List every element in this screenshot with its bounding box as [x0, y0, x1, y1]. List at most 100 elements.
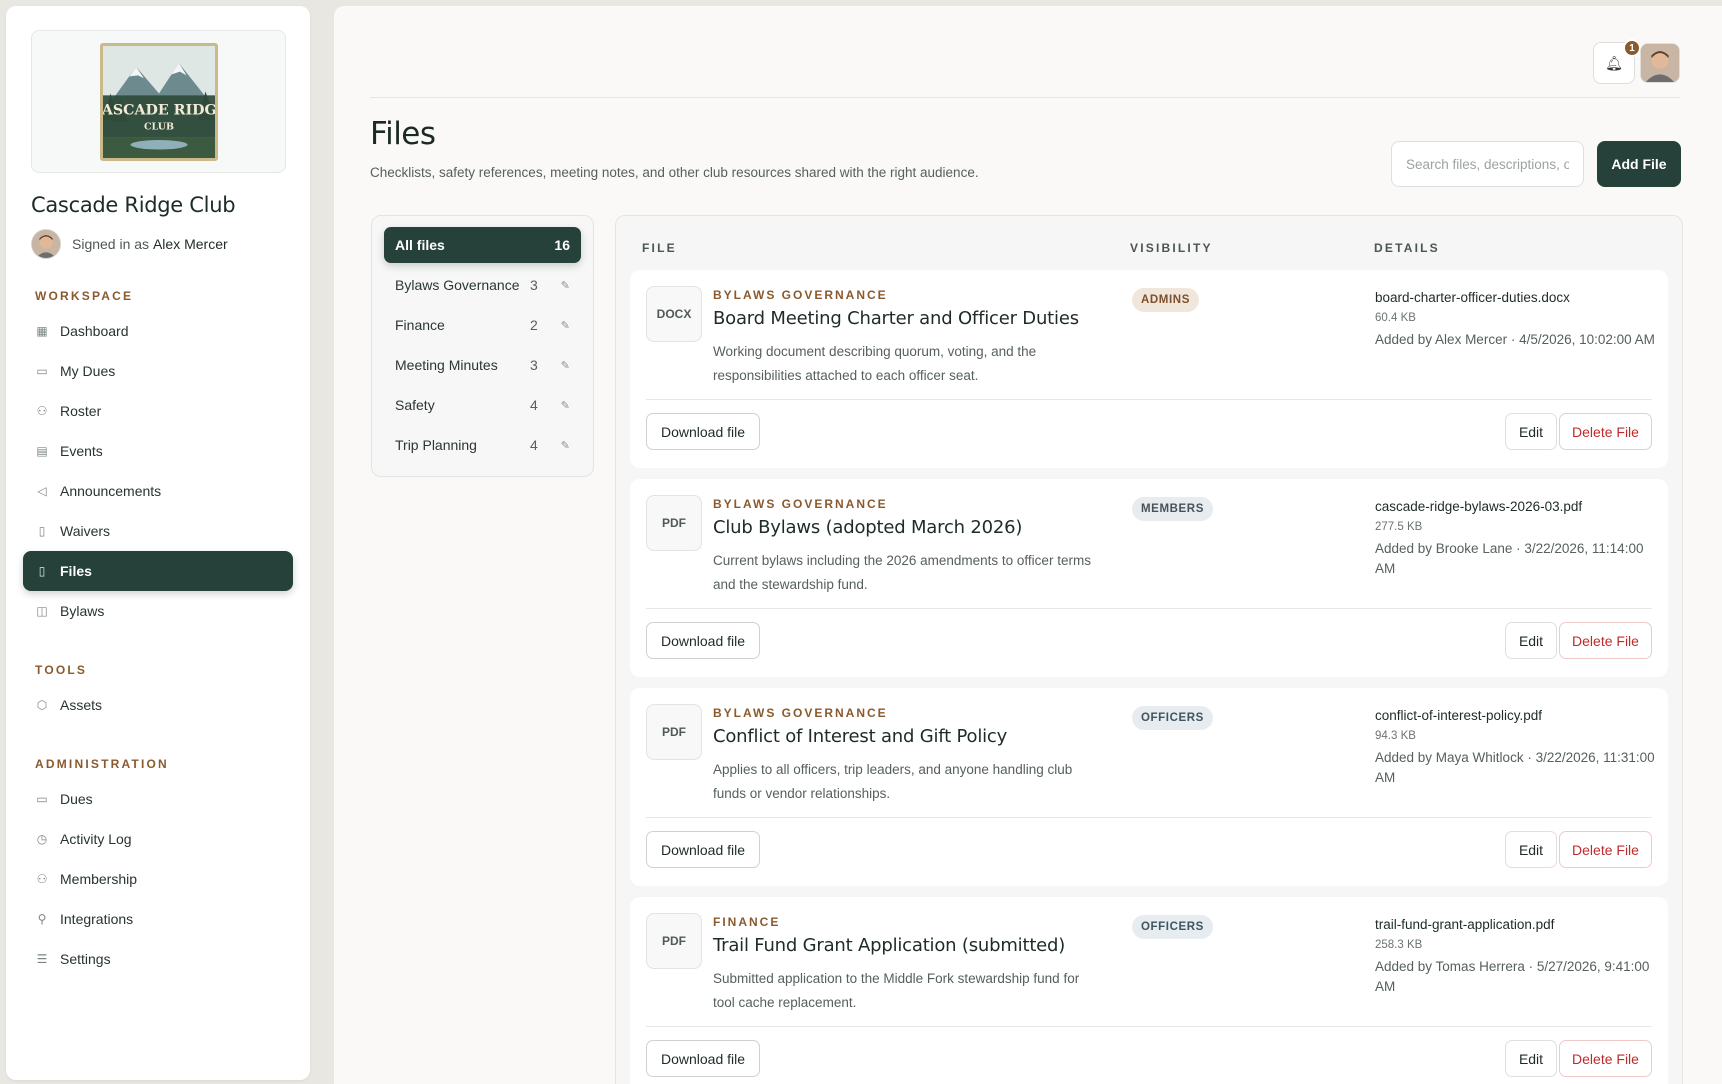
- notifications-button[interactable]: 🔔︎ 1: [1593, 39, 1641, 84]
- card-icon: ▭: [36, 792, 48, 806]
- delete-file-button[interactable]: Delete File: [1559, 413, 1652, 450]
- sidebar-item-label: Dues: [60, 791, 93, 807]
- nav-list-tools: ⬡ Assets: [23, 685, 286, 725]
- visibility-badge: OFFICERS: [1132, 706, 1213, 730]
- sidebar-item-dues[interactable]: ▭ Dues: [23, 779, 293, 819]
- file-card-actions: Download file Edit Delete File: [646, 609, 1652, 677]
- sidebar-item-label: Integrations: [60, 911, 134, 927]
- svg-text:CLUB: CLUB: [144, 121, 174, 132]
- edit-pencil-icon[interactable]: ✎: [550, 439, 570, 452]
- search-input[interactable]: [1391, 141, 1584, 187]
- category-label: All files: [395, 237, 445, 253]
- file-size: 94.3 KB: [1375, 730, 1416, 742]
- bell-icon: 🔔︎: [1605, 54, 1623, 71]
- file-name: trail-fund-grant-application.pdf: [1375, 917, 1555, 932]
- file-title: Club Bylaws (adopted March 2026): [713, 517, 1023, 538]
- club-logo[interactable]: CASCADE RIDGE CLUB: [99, 42, 218, 161]
- category-trip-planning[interactable]: Trip Planning 4 ✎: [384, 427, 581, 463]
- file-title: Board Meeting Charter and Officer Duties: [713, 308, 1079, 329]
- document-icon: ▯: [38, 524, 46, 538]
- sidebar-item-membership[interactable]: ⚇ Membership: [23, 859, 293, 899]
- delete-file-button[interactable]: Delete File: [1559, 622, 1652, 659]
- sidebar-item-label: Roster: [60, 403, 102, 419]
- sidebar-item-announcements[interactable]: ◁ Announcements: [23, 471, 293, 511]
- file-card-body: PDF BYLAWS GOVERNANCE Conflict of Intere…: [646, 688, 1655, 818]
- signed-in-prefix: Signed in as: [72, 236, 150, 252]
- file-description: Working document describing quorum, voti…: [713, 344, 1037, 383]
- download-file-button[interactable]: Download file: [646, 831, 760, 868]
- edit-pencil-icon[interactable]: ✎: [550, 399, 570, 412]
- file-card-body: PDF FINANCE Trail Fund Grant Application…: [646, 897, 1652, 1027]
- sidebar-item-bylaws[interactable]: ◫ Bylaws: [23, 591, 293, 631]
- category-label: Finance: [395, 317, 445, 333]
- category-filter-panel: All files 16 Bylaws Governance 3 ✎ Finan…: [371, 215, 594, 477]
- page-title: Files: [370, 116, 436, 152]
- sidebar-item-label: Waivers: [60, 523, 111, 539]
- integration-icon: ⚲: [37, 912, 47, 926]
- column-header-details: DETAILS: [1374, 241, 1440, 255]
- delete-file-button[interactable]: Delete File: [1559, 1040, 1652, 1077]
- edit-file-button[interactable]: Edit: [1505, 1040, 1557, 1077]
- edit-pencil-icon[interactable]: ✎: [550, 359, 570, 372]
- megaphone-icon: ◁: [37, 484, 47, 498]
- sidebar-item-label: Bylaws: [60, 603, 105, 619]
- sidebar-item-settings[interactable]: ☰ Settings: [23, 939, 293, 979]
- svg-text:CASCADE RIDGE: CASCADE RIDGE: [103, 102, 215, 118]
- sidebar-item-waivers[interactable]: ▯ Waivers: [23, 511, 293, 551]
- table-header: FILE VISIBILITY DETAILS: [630, 216, 1668, 270]
- file-card-actions: Download file Edit Delete File: [646, 400, 1652, 468]
- edit-file-button[interactable]: Edit: [1505, 622, 1557, 659]
- sidebar-item-files[interactable]: ▯ Files: [23, 551, 293, 591]
- club-logo-container: CASCADE RIDGE CLUB: [31, 30, 286, 173]
- sidebar: CASCADE RIDGE CLUB Cascade Ridge Club Si…: [6, 6, 310, 1080]
- sidebar-item-events[interactable]: ▤ Events: [23, 431, 293, 471]
- delete-file-button[interactable]: Delete File: [1559, 831, 1652, 868]
- sidebar-item-my-dues[interactable]: ▭ My Dues: [23, 351, 293, 391]
- edit-file-button[interactable]: Edit: [1505, 413, 1557, 450]
- column-header-visibility: VISIBILITY: [1130, 241, 1213, 255]
- file-type-icon: DOCX: [646, 286, 702, 342]
- category-meeting-minutes[interactable]: Meeting Minutes 3 ✎: [384, 347, 581, 383]
- category-finance[interactable]: Finance 2 ✎: [384, 307, 581, 343]
- category-bylaws-governance[interactable]: Bylaws Governance 3 ✎: [384, 267, 581, 303]
- file-title: Conflict of Interest and Gift Policy: [713, 726, 1008, 747]
- category-all-files[interactable]: All files 16: [384, 227, 581, 263]
- download-file-button[interactable]: Download file: [646, 622, 760, 659]
- sidebar-item-integrations[interactable]: ⚲ Integrations: [23, 899, 293, 939]
- edit-file-button[interactable]: Edit: [1505, 831, 1557, 868]
- sidebar-item-label: My Dues: [60, 363, 116, 379]
- category-count: 3: [530, 357, 538, 373]
- main-content: 🔔︎ 1 Files Checklists, safety references…: [334, 6, 1722, 1084]
- nav-list-workspace: ▦ Dashboard ▭ My Dues ⚇ Roster ▤ Events ◁ Ann…: [23, 311, 293, 631]
- avatar: [31, 229, 61, 259]
- file-card: PDF BYLAWS GOVERNANCE Conflict of Intere…: [630, 688, 1668, 886]
- column-header-file: FILE: [642, 241, 677, 255]
- file-card-body: PDF BYLAWS GOVERNANCE Club Bylaws (adopt…: [646, 479, 1652, 609]
- category-label: Safety: [395, 397, 435, 413]
- visibility-badge: MEMBERS: [1132, 497, 1213, 521]
- file-icon: ▯: [38, 564, 46, 578]
- sidebar-item-dashboard[interactable]: ▦ Dashboard: [23, 311, 293, 351]
- file-added-info: Added by Maya Whitlock · 3/22/2026, 11:3…: [1375, 750, 1655, 785]
- download-file-button[interactable]: Download file: [646, 413, 760, 450]
- visibility-badge: ADMINS: [1132, 288, 1199, 312]
- file-card: PDF FINANCE Trail Fund Grant Application…: [630, 897, 1668, 1084]
- file-type-icon: PDF: [646, 913, 702, 969]
- file-category: BYLAWS GOVERNANCE: [713, 288, 888, 302]
- add-file-button[interactable]: Add File: [1597, 141, 1681, 187]
- sidebar-item-roster[interactable]: ⚇ Roster: [23, 391, 293, 431]
- category-count: 4: [530, 437, 538, 453]
- club-name: Cascade Ridge Club: [31, 193, 236, 217]
- download-file-button[interactable]: Download file: [646, 1040, 760, 1077]
- category-label: Meeting Minutes: [395, 357, 498, 373]
- edit-pencil-icon[interactable]: ✎: [550, 279, 570, 292]
- file-category: BYLAWS GOVERNANCE: [713, 497, 888, 511]
- user-menu-avatar[interactable]: [1640, 43, 1680, 83]
- category-safety[interactable]: Safety 4 ✎: [384, 387, 581, 423]
- sidebar-item-assets[interactable]: ⬡ Assets: [23, 685, 293, 725]
- category-count: 3: [530, 277, 538, 293]
- file-size: 60.4 KB: [1375, 312, 1416, 324]
- edit-pencil-icon[interactable]: ✎: [550, 319, 570, 332]
- sidebar-item-activity-log[interactable]: ◷ Activity Log: [23, 819, 293, 859]
- file-category: BYLAWS GOVERNANCE: [713, 706, 888, 720]
